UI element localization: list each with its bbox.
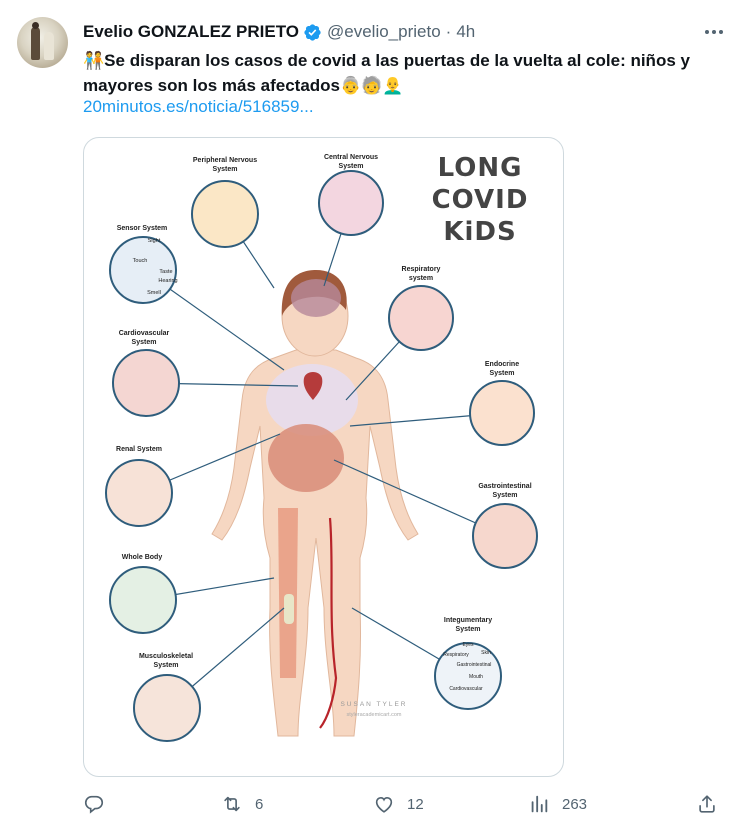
label-integ-item: Cardiovascular (449, 686, 483, 692)
label-integ-item: Skin (481, 650, 491, 656)
label-musculo-line1: Musculoskeletal (139, 653, 193, 660)
credit-site: styleracademicart.com (346, 712, 401, 718)
label-integ-item: Eyes (462, 642, 474, 648)
child-body-figure (211, 270, 419, 737)
gastrointestinal-circle (472, 503, 538, 569)
author-name[interactable]: Evelio GONZALEZ PRIETO (83, 22, 299, 42)
label-peripheral-line1: Peripheral Nervous (193, 157, 257, 164)
label-gastro-line2: System (493, 492, 518, 499)
label-sensor-item: Hearing (158, 278, 177, 284)
like-count: 12 (407, 795, 424, 813)
cardiovascular-circle (112, 349, 180, 417)
label-musculo-line2: System (154, 662, 179, 669)
respiratory-circle (388, 285, 454, 351)
renal-circle (105, 459, 173, 527)
label-integumentary-line2: System (456, 626, 481, 633)
musculoskeletal-circle (133, 674, 201, 742)
share-button[interactable] (696, 790, 718, 818)
endocrine-circle (469, 380, 535, 446)
tweet-header: Evelio GONZALEZ PRIETO @evelio_prieto · … (83, 21, 475, 43)
label-endocrine-line1: Endocrine (485, 361, 519, 368)
label-renal: Renal System (116, 446, 162, 453)
label-peripheral-line2: System (213, 166, 238, 173)
label-sensor-item: Sight (148, 238, 161, 244)
label-sensor: Sensor System (117, 225, 168, 232)
separator-dot: · (445, 22, 452, 41)
trailing-emoji: 👵🧓👨‍🦲 (340, 76, 404, 95)
credit-name: SUSAN TYLER (340, 701, 407, 708)
lead-emoji: 🧑‍🤝‍🧑 (83, 51, 105, 70)
label-cardiovascular-line1: Cardiovascular (119, 330, 170, 337)
label-respiratory-line2: system (409, 275, 433, 282)
label-endocrine-line2: System (490, 370, 515, 377)
retweet-icon (224, 796, 240, 812)
like-button[interactable]: 12 (373, 790, 424, 818)
label-cardiovascular-line2: System (132, 339, 157, 346)
whole-body-circle (109, 566, 177, 634)
label-central-line2: System (339, 163, 364, 170)
share-icon (699, 795, 715, 813)
views-count: 263 (562, 795, 588, 813)
logo-line: LONG (438, 153, 523, 183)
long-covid-kids-illustration: Peripheral Nervous System Central Nervous S… (105, 153, 538, 742)
views-button[interactable]: 263 (528, 790, 587, 818)
label-integ-item: Mouth (469, 674, 483, 680)
label-integ-item: Gastrointestinal (457, 662, 492, 668)
label-sensor-item: Touch (133, 258, 148, 264)
label-gastro-line1: Gastrointestinal (478, 483, 531, 490)
knee-bone-shape (284, 594, 294, 624)
tweet-text: 🧑‍🤝‍🧑Se disparan los casos de covid a la… (83, 48, 723, 98)
timestamp[interactable]: 4h (456, 22, 475, 42)
more-options-icon[interactable] (702, 22, 726, 42)
label-integ-item: Respiratory (443, 652, 469, 658)
action-bar: 6 12 263 (83, 790, 723, 818)
label-sensor-item: Smell (147, 290, 161, 296)
verified-badge-icon (304, 23, 321, 41)
leg-muscle-shape (278, 508, 298, 678)
label-whole-body: Whole Body (122, 554, 163, 561)
views-chart-icon (531, 795, 548, 813)
heart-icon (375, 796, 393, 813)
author-handle[interactable]: @evelio_prieto (327, 22, 441, 42)
brain-shape (291, 279, 341, 317)
label-respiratory-line1: Respiratory (402, 266, 441, 273)
reply-icon (84, 795, 104, 814)
label-central-line1: Central Nervous (324, 154, 378, 161)
article-link[interactable]: 20minutos.es/noticia/516859... (83, 97, 314, 117)
retweet-count: 6 (255, 795, 264, 813)
logo-line: COVID (432, 185, 529, 215)
central-nervous-circle (318, 170, 384, 236)
tweet[interactable]: Evelio GONZALEZ PRIETO @evelio_prieto · … (0, 0, 744, 836)
peripheral-nervous-circle (191, 180, 259, 248)
logo-line: KiDS (443, 217, 516, 247)
label-sensor-item: Taste (159, 269, 172, 275)
retweet-button[interactable]: 6 (221, 790, 263, 818)
avatar[interactable] (17, 17, 68, 68)
label-integumentary-line1: Integumentary (444, 617, 492, 624)
tweet-image[interactable]: Peripheral Nervous System Central Nervous S… (83, 137, 564, 777)
reply-button[interactable] (83, 790, 117, 818)
